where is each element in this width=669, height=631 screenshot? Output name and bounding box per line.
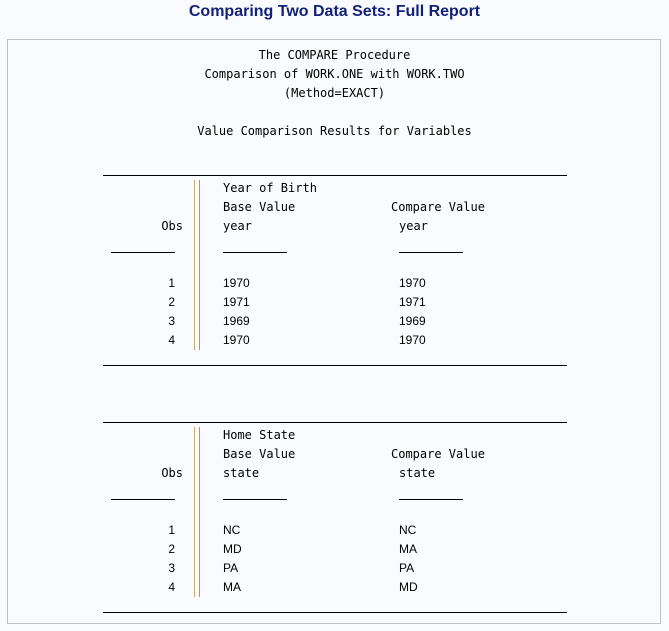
table-bottom-rule (103, 365, 567, 366)
obs-value: 1 (168, 523, 175, 537)
compare-underline (399, 499, 463, 500)
compare-underline (399, 252, 463, 253)
column-separator (193, 427, 203, 597)
base-value: PA (223, 561, 239, 575)
obs-value: 3 (168, 561, 175, 575)
base-value: MA (223, 580, 241, 594)
obs-value: 4 (168, 333, 175, 347)
compare-value-header: Compare Value (391, 200, 485, 214)
compare-value-header: Compare Value (391, 447, 485, 461)
table-bottom-rule (103, 612, 567, 613)
page-title: Comparing Two Data Sets: Full Report (188, 3, 481, 20)
obs-value: 2 (168, 542, 175, 556)
base-value: MD (223, 542, 242, 556)
obs-underline (111, 499, 175, 500)
obs-underline (111, 252, 175, 253)
method-label: (Method=EXACT) (283, 86, 386, 100)
compare-value: 1970 (399, 333, 426, 347)
obs-header: Obs (161, 466, 183, 480)
obs-value: 1 (168, 276, 175, 290)
base-value: 1971 (223, 295, 250, 309)
obs-header: Obs (161, 219, 183, 233)
obs-value: 4 (168, 580, 175, 594)
compare-variable-name: state (399, 466, 436, 480)
base-value-header: Base Value (223, 447, 296, 461)
obs-value: 2 (168, 295, 175, 309)
table-top-rule (103, 422, 567, 423)
compare-value: MD (399, 580, 418, 594)
compare-value: MA (399, 542, 417, 556)
base-value: 1969 (223, 314, 250, 328)
comparison-description: Comparison of WORK.ONE with WORK.TWO (204, 67, 465, 81)
base-underline (223, 252, 287, 253)
obs-value: 3 (168, 314, 175, 328)
compare-value: 1971 (399, 295, 426, 309)
procedure-title: The COMPARE Procedure (258, 48, 411, 62)
variable-label: Home State (223, 428, 296, 442)
compare-value: NC (399, 523, 417, 537)
compare-value: 1970 (399, 276, 426, 290)
base-variable-name: state (223, 466, 260, 480)
base-value: 1970 (223, 333, 250, 347)
compare-value: PA (399, 561, 415, 575)
base-variable-name: year (223, 219, 252, 233)
base-value: NC (223, 523, 241, 537)
compare-variable-name: year (399, 219, 428, 233)
table-top-rule (103, 175, 567, 176)
base-value: 1970 (223, 276, 250, 290)
base-underline (223, 499, 287, 500)
base-value-header: Base Value (223, 200, 296, 214)
column-separator (193, 180, 203, 350)
section-title: Value Comparison Results for Variables (197, 124, 472, 138)
compare-value: 1969 (399, 314, 426, 328)
variable-label: Year of Birth (223, 181, 317, 195)
